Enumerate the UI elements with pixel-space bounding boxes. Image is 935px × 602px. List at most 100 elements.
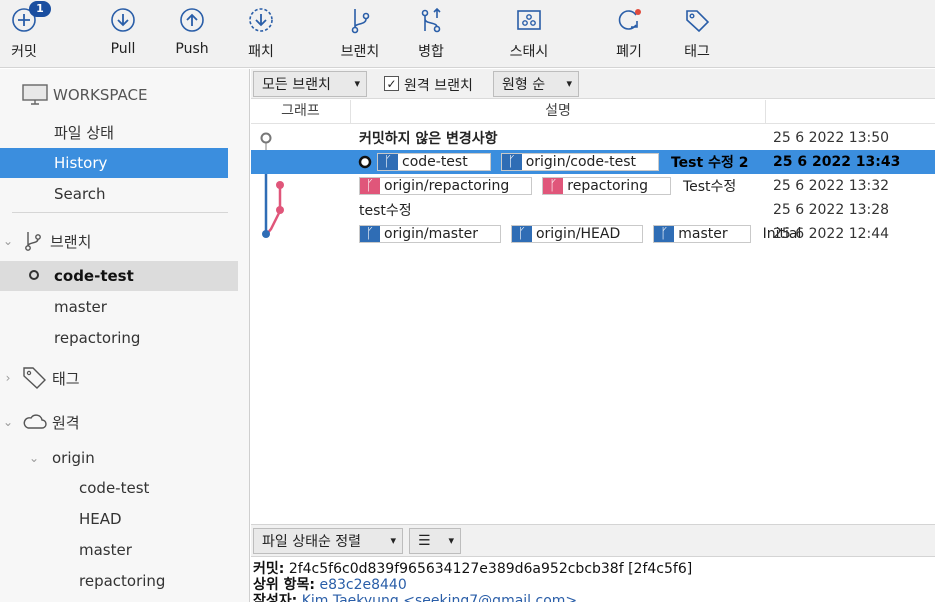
chevron-down-icon: ⌄: [2, 234, 14, 248]
sidebar-item-file-status[interactable]: 파일 상태: [0, 117, 238, 147]
branch-name: origin/repactoring: [384, 178, 510, 194]
sidebar-item-origin-head[interactable]: HEAD: [0, 504, 238, 534]
branch-label-tag: ᚴ origin/master: [359, 225, 501, 243]
commit-message: test수정: [359, 203, 412, 219]
remotes-label: 원격: [52, 413, 80, 432]
tag-icon: [22, 366, 48, 390]
commit-hash-label: 커밋:: [253, 561, 285, 577]
current-branch-icon: [28, 267, 54, 285]
monitor-icon: [22, 84, 48, 106]
branch-name: origin/master: [384, 226, 478, 242]
chevron-down-icon: ⌄: [28, 451, 40, 465]
branches-section[interactable]: ⌄ 브랜치: [0, 226, 91, 256]
branch-label: 브랜치: [340, 44, 380, 60]
chevron-down-icon: ▾: [566, 77, 572, 90]
graph-column-header[interactable]: 그래프: [251, 100, 351, 124]
sidebar-item-origin-master[interactable]: master: [0, 535, 238, 565]
author-value[interactable]: Kim Taekyung <seeking7@gmail.com>: [302, 593, 577, 602]
commit-date: 25 6 2022 13:43: [773, 154, 901, 170]
chevron-down-icon: ▾: [354, 77, 360, 90]
branch-icon: ᚴ: [654, 226, 675, 242]
table-row-selected[interactable]: ᚴ code-test ᚴ origin/code-test Test 수정 2…: [251, 150, 935, 174]
commit-date: 25 6 2022 13:32: [773, 178, 890, 194]
chevron-right-icon: ›: [5, 371, 11, 385]
cloud-icon: [22, 412, 48, 432]
branches-label: 브랜치: [50, 232, 92, 251]
file-list-toolbar: 파일 상태순 정렬 ▾ ☰ ▾: [251, 524, 935, 557]
sort-select[interactable]: 파일 상태순 정렬 ▾: [253, 528, 403, 554]
branch-icon: ᚴ: [543, 178, 564, 194]
sidebar-item-history[interactable]: History: [0, 148, 228, 178]
push-button[interactable]: Push: [174, 0, 210, 68]
sort-value: 파일 상태순 정렬: [262, 534, 362, 550]
commit-count-badge: 1: [29, 1, 51, 17]
commit-message: 커밋하지 않은 변경사항: [359, 131, 498, 147]
head-indicator-icon: [357, 154, 373, 170]
sidebar-item-label: 파일 상태: [54, 123, 114, 142]
branch-icon: ᚴ: [511, 226, 532, 242]
chevron-down-icon: ▾: [390, 534, 396, 547]
remotes-section[interactable]: ⌄ 원격: [0, 407, 80, 437]
branch-icon: ᚴ: [360, 226, 380, 242]
pull-label: Pull: [110, 41, 136, 57]
tag-label: 태그: [684, 44, 710, 60]
remote-branch-checkbox[interactable]: ✓: [384, 76, 399, 91]
branch-label-tag: ᚴ master: [653, 225, 751, 243]
stash-button[interactable]: 스태시: [504, 0, 554, 68]
workspace-section[interactable]: WORKSPACE: [22, 80, 147, 110]
description-column-header[interactable]: 설명: [351, 100, 766, 124]
tag-icon: [682, 5, 712, 35]
tags-section[interactable]: › 태그: [0, 363, 80, 393]
discard-label: 폐기: [616, 44, 642, 60]
stash-label: 스태시: [509, 44, 549, 60]
branch-label-tag: ᚴ origin/code-test: [500, 153, 659, 171]
sidebar-divider: [12, 212, 228, 213]
stash-icon: [514, 5, 544, 35]
commit-button[interactable]: 1 커밋: [6, 0, 51, 68]
table-row[interactable]: ᚴ origin/repactoring ᚴ repactoring Test수…: [251, 174, 935, 198]
commit-message: Test수정: [682, 179, 737, 195]
discard-icon: [614, 5, 644, 35]
branch-icon: ᚴ: [360, 178, 380, 194]
sidebar-item-label: master: [79, 541, 132, 559]
branch-name: origin/code-test: [525, 154, 636, 170]
branch-label-tag: ᚴ code-test: [377, 153, 491, 171]
commit-hash-value: 2f4c5f6c0d839f965634127e389d6a952cbcb38f…: [288, 561, 693, 577]
discard-button[interactable]: 폐기: [612, 0, 646, 68]
tag-button[interactable]: 태그: [680, 0, 714, 68]
branch-name: master: [678, 226, 728, 242]
branch-icon: ᚴ: [378, 154, 398, 170]
branch-filter-value: 모든 브랜치: [262, 77, 331, 93]
sidebar-item-branch-master[interactable]: master: [0, 292, 238, 322]
order-select[interactable]: 원형 순 ▾: [493, 71, 579, 97]
sidebar-item-branch-code-test[interactable]: code-test: [0, 261, 238, 291]
commit-date: 25 6 2022 13:50: [773, 130, 890, 146]
filter-bar: 모든 브랜치 ▾ ✓ 원격 브랜치 원형 순 ▾: [251, 69, 935, 99]
merge-button[interactable]: 병합: [414, 0, 448, 68]
checkmark-icon: ✓: [386, 76, 397, 91]
table-row[interactable]: 커밋하지 않은 변경사항 25 6 2022 13:50: [251, 126, 935, 150]
sidebar-item-origin-repactoring[interactable]: repactoring: [0, 566, 238, 596]
sidebar-item-label: HEAD: [79, 510, 122, 528]
table-row[interactable]: test수정 25 6 2022 13:28: [251, 198, 935, 222]
commit-hash-line: 커밋: 2f4c5f6c0d839f965634127e389d6a952cbc…: [253, 561, 933, 577]
push-label: Push: [175, 41, 209, 57]
workspace-label: WORKSPACE: [53, 86, 148, 104]
remote-origin[interactable]: ⌄ origin: [26, 443, 95, 473]
list-icon: ☰: [418, 533, 431, 549]
branch-icon: [345, 5, 375, 35]
branch-name: repactoring: [567, 178, 648, 194]
branch-button[interactable]: 브랜치: [336, 0, 384, 68]
sidebar-item-branch-repactoring[interactable]: repactoring: [0, 323, 238, 353]
sidebar-item-search[interactable]: Search: [0, 179, 238, 209]
branch-filter-select[interactable]: 모든 브랜치 ▾: [253, 71, 367, 97]
patch-button[interactable]: 패치: [244, 0, 278, 68]
parent-link[interactable]: e83c2e8440: [319, 577, 406, 593]
sidebar-item-origin-code-test[interactable]: code-test: [0, 473, 238, 503]
table-row[interactable]: ᚴ origin/master ᚴ origin/HEAD ᚴ master I…: [251, 222, 935, 246]
merge-icon: [416, 5, 446, 35]
add-circle-icon: 1: [9, 1, 51, 35]
commit-date: 25 6 2022 12:44: [773, 226, 890, 242]
pull-button[interactable]: Pull: [106, 0, 140, 68]
view-mode-select[interactable]: ☰ ▾: [409, 528, 461, 554]
